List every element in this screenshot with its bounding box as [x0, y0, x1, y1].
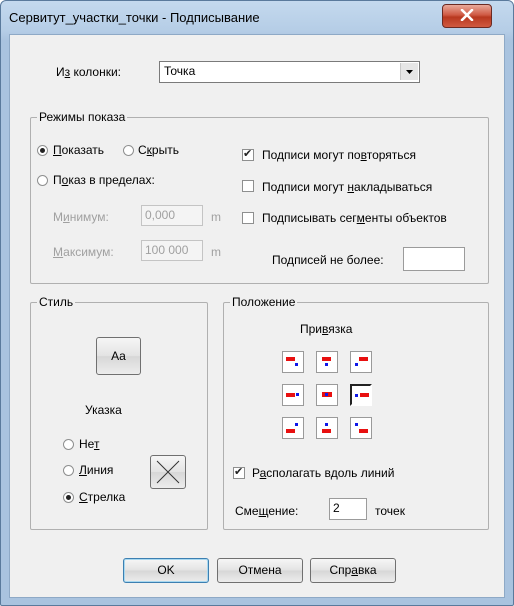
cancel-button[interactable]: Отмена: [217, 558, 303, 583]
max-field[interactable]: 100 000: [141, 240, 203, 261]
dialog-body: Из колонки: Точка Режимы показа Показать…: [9, 34, 505, 598]
close-x-icon: [460, 9, 474, 21]
max-count-field[interactable]: [403, 247, 465, 271]
segments-label[interactable]: Подписывать сегменты объектов: [262, 211, 447, 225]
anchor-center-icon: [322, 392, 332, 397]
dialog-window: Сервитут_участки_точки - Подписывание Из…: [0, 0, 514, 606]
along-lines-checkbox[interactable]: [233, 465, 245, 479]
repeat-checkbox[interactable]: [242, 147, 254, 161]
window-title: Сервитут_участки_точки - Подписывание: [9, 10, 260, 25]
font-button[interactable]: Aa: [96, 337, 141, 375]
column-select-value: Точка: [164, 64, 196, 78]
anchor-top-right-icon: [355, 357, 368, 366]
offset-unit: точек: [375, 504, 405, 518]
min-field[interactable]: 0,000: [141, 205, 203, 226]
offset-label: Смещение:: [235, 504, 299, 518]
title-bar[interactable]: Сервитут_участки_точки - Подписывание: [1, 1, 513, 33]
min-unit: m: [211, 210, 221, 224]
range-label[interactable]: Показ в пределах:: [53, 173, 155, 187]
pointer-arrow-label[interactable]: Стрелка: [79, 490, 125, 504]
anchor-middle-left-icon: [286, 393, 299, 397]
max-count-label: Подписей не более:: [272, 253, 384, 267]
max-label: Максимум:: [53, 245, 114, 259]
repeat-label[interactable]: Подписи могут повторяться: [262, 148, 416, 162]
anchor-bottom-left-icon: [286, 423, 298, 433]
ok-button[interactable]: OK: [123, 558, 209, 583]
dropdown-arrow-icon[interactable]: [400, 63, 418, 80]
position-group: Положение: [223, 295, 489, 530]
offset-field[interactable]: 2: [329, 498, 367, 520]
max-unit: m: [211, 245, 221, 259]
anchor-bottom-right[interactable]: [350, 417, 372, 439]
along-lines-label[interactable]: Располагать вдоль линий: [252, 466, 394, 480]
style-title: Стиль: [37, 295, 76, 309]
display-modes-title: Режимы показа: [37, 110, 128, 124]
anchor-middle-right-icon: [355, 393, 369, 397]
anchor-top-left[interactable]: [282, 351, 304, 373]
close-button[interactable]: [442, 4, 492, 28]
cross-line-icon: [156, 460, 180, 484]
anchor-top-left-icon: [286, 357, 298, 366]
anchor-top-center[interactable]: [316, 351, 338, 373]
show-radio[interactable]: [37, 145, 48, 156]
pointer-none-radio[interactable]: [63, 439, 74, 450]
anchor-top-center-icon: [322, 357, 331, 366]
anchor-top-right[interactable]: [350, 351, 372, 373]
pointer-arrow-radio[interactable]: [63, 492, 74, 503]
anchor-bottom-left[interactable]: [282, 417, 304, 439]
anchor-center[interactable]: [316, 384, 338, 406]
hide-radio[interactable]: [123, 145, 134, 156]
help-button[interactable]: Справка: [310, 558, 396, 583]
segments-checkbox[interactable]: [242, 212, 254, 224]
position-title: Положение: [230, 295, 298, 309]
column-select[interactable]: Точка: [159, 61, 420, 83]
anchor-bottom-center[interactable]: [316, 417, 338, 439]
column-label: Из колонки:: [56, 65, 121, 79]
anchor-middle-right[interactable]: [350, 384, 372, 406]
pointer-none-label[interactable]: Нет: [79, 437, 99, 451]
overlap-checkbox[interactable]: [242, 180, 254, 192]
anchor-bottom-right-icon: [355, 423, 368, 433]
pointer-title: Указка: [85, 403, 122, 417]
min-label: Минимум:: [53, 210, 109, 224]
pointer-line-label[interactable]: Линия: [79, 463, 113, 477]
range-radio[interactable]: [37, 175, 48, 186]
anchor-title: Привязка: [300, 322, 353, 336]
overlap-label[interactable]: Подписи могут накладываться: [262, 180, 432, 194]
anchor-middle-left[interactable]: [282, 384, 304, 406]
hide-label[interactable]: Скрыть: [138, 143, 179, 157]
show-label[interactable]: Показать: [53, 143, 104, 157]
pointer-line-radio[interactable]: [63, 465, 74, 476]
anchor-bottom-center-icon: [322, 423, 331, 433]
pointer-style-button[interactable]: [150, 455, 186, 489]
